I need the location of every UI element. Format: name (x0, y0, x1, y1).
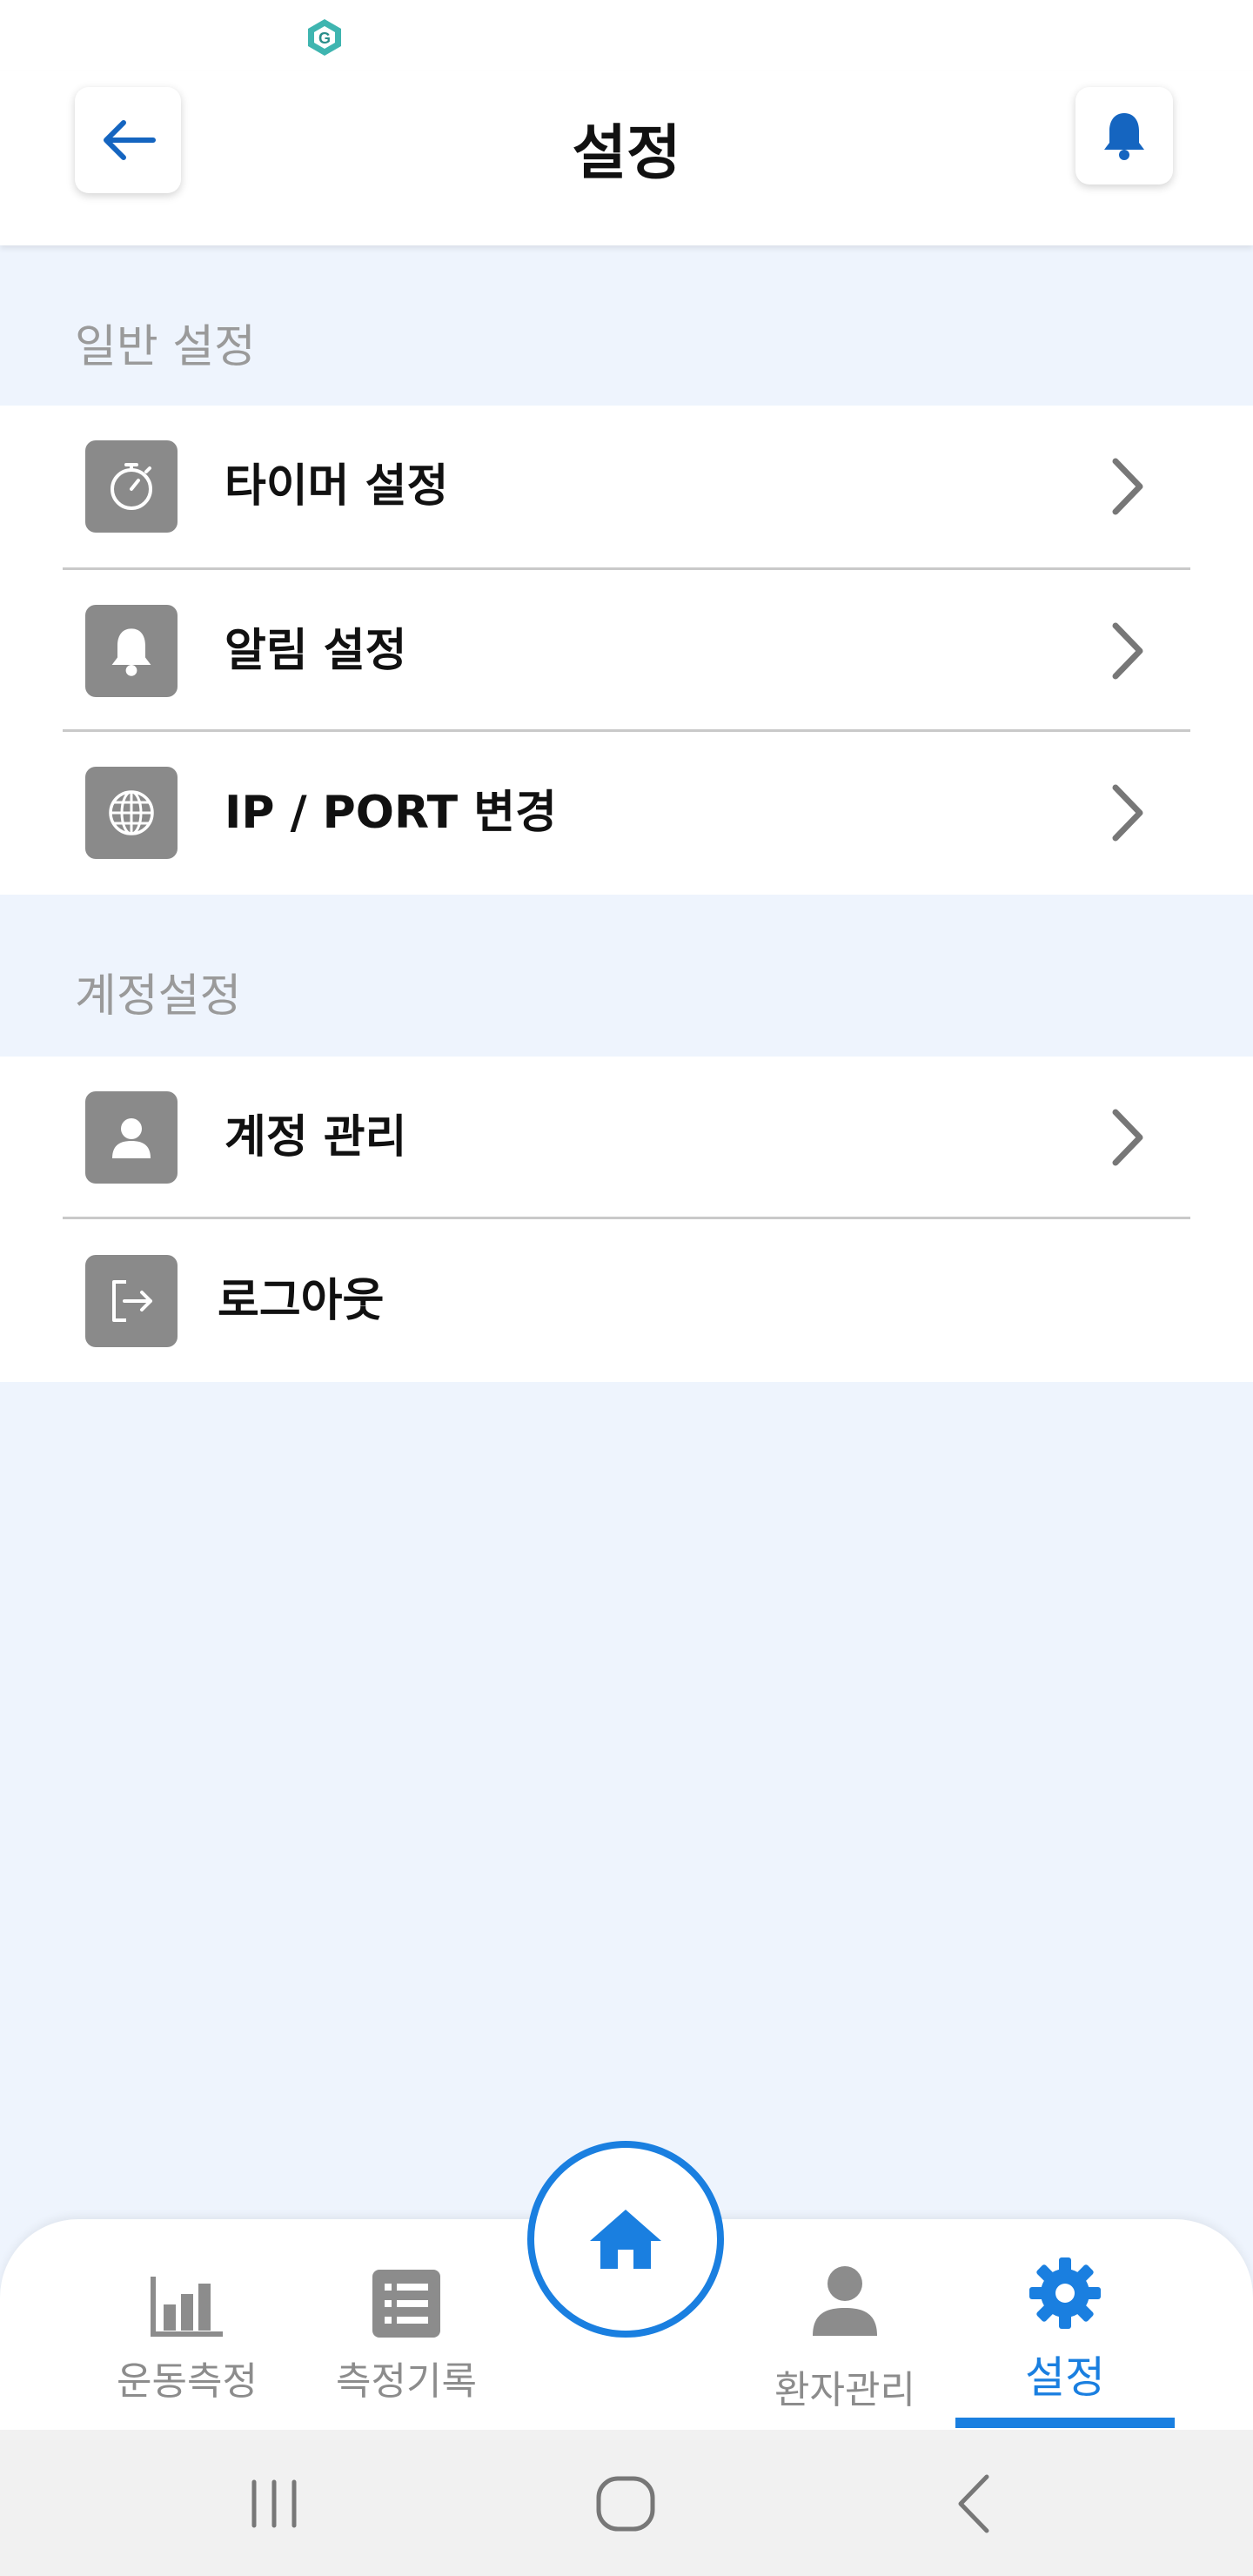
chevron-right-icon (1112, 1109, 1143, 1166)
nav-measure-records[interactable]: 측정기록 (315, 2219, 498, 2430)
logout-label: 로그아웃 (218, 1275, 385, 1327)
account-management-row[interactable]: 계정 관리 (0, 1057, 1253, 1218)
home-system-icon[interactable] (586, 2465, 665, 2543)
notification-settings-label: 알림 설정 (224, 625, 407, 677)
ip-port-label: IP / PORT 변경 (224, 787, 557, 839)
chevron-right-icon (1112, 458, 1143, 515)
chevron-right-icon (1112, 622, 1143, 680)
person-icon (85, 1091, 178, 1184)
app-header: 설정 (0, 71, 1253, 245)
home-icon (590, 2210, 661, 2269)
globe-icon (85, 767, 178, 859)
stopwatch-icon (85, 440, 178, 533)
bell-icon (85, 605, 178, 697)
timer-settings-row[interactable]: 타이머 설정 (0, 406, 1253, 567)
section-header-general: 일반 설정 (75, 321, 256, 373)
recent-apps-icon[interactable] (235, 2465, 313, 2543)
chevron-right-icon (1112, 784, 1143, 842)
divider (63, 1217, 1190, 1219)
ip-port-row[interactable]: IP / PORT 변경 (0, 732, 1253, 894)
general-settings-group: 타이머 설정 알림 설정 IP / PORT 변경 (0, 406, 1253, 895)
nav-label: 측정기록 (336, 2359, 477, 2404)
section-header-account: 계정설정 (75, 970, 242, 1023)
logout-row[interactable]: 로그아웃 (0, 1220, 1253, 1382)
nav-settings[interactable]: 설정 (973, 2219, 1157, 2430)
back-system-icon[interactable] (936, 2465, 1015, 2543)
notification-settings-row[interactable]: 알림 설정 (0, 570, 1253, 732)
bar-chart-icon (151, 2277, 223, 2337)
svg-text:G: G (318, 30, 331, 47)
timer-settings-label: 타이머 설정 (224, 460, 449, 513)
app-logo-icon: G (308, 19, 341, 56)
nav-label: 운동측정 (117, 2359, 258, 2404)
nav-label: 환자관리 (774, 2368, 915, 2412)
nav-label: 설정 (1025, 2352, 1105, 2403)
page-title: 설정 (572, 119, 681, 188)
nav-patient-management[interactable]: 환자관리 (754, 2219, 936, 2430)
notification-button[interactable] (1075, 87, 1173, 184)
nav-exercise-measure[interactable]: 운동측정 (96, 2219, 278, 2430)
bell-icon (1104, 113, 1144, 160)
account-settings-group: 계정 관리 로그아웃 (0, 1057, 1253, 1382)
person-icon (813, 2266, 877, 2336)
active-tab-indicator (955, 2418, 1175, 2428)
logout-icon (85, 1255, 178, 1347)
list-icon (372, 2270, 440, 2338)
status-bar: G (0, 0, 1253, 71)
gear-icon (1029, 2257, 1101, 2329)
home-button[interactable] (527, 2141, 724, 2338)
system-navigation-bar (0, 2430, 1253, 2576)
account-management-label: 계정 관리 (224, 1111, 407, 1164)
